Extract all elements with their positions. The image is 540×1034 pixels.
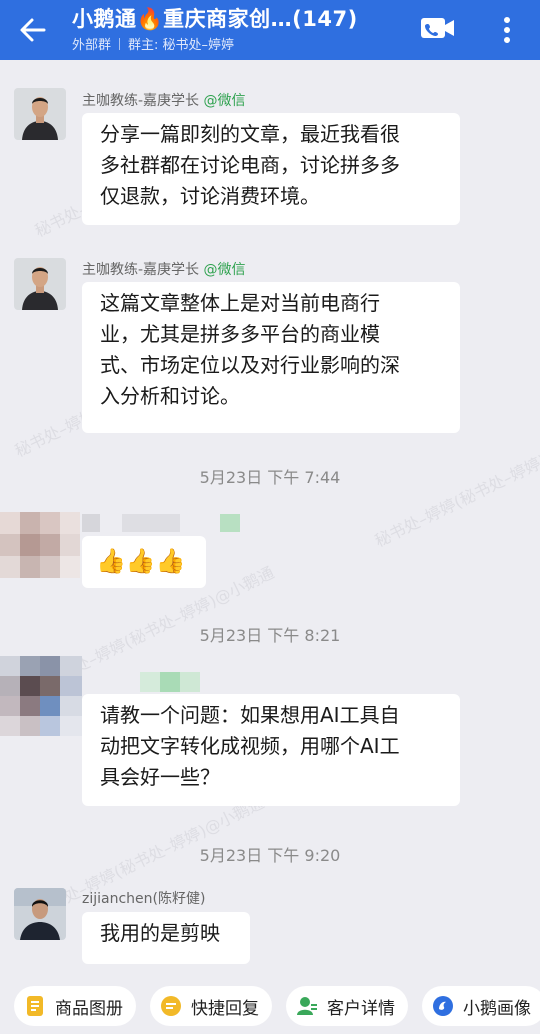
subtitle-divider (119, 38, 121, 50)
quick-reply-label: 快捷回复 (191, 998, 259, 1019)
message-text-line: 请教一个问题：如果想用AI工具自 (100, 703, 400, 727)
sender-wechat-tag: @微信 (203, 262, 246, 278)
goose-profile-label: 小鹅画像 (463, 998, 531, 1019)
avatar[interactable] (14, 258, 66, 310)
message-text-line: 多社群都在讨论电商，讨论拼多多 (100, 153, 400, 177)
user-avatar-photo (14, 888, 66, 940)
avatar[interactable] (14, 888, 66, 940)
message-bubble[interactable]: 分享一篇即刻的文章，最近我看很 多社群都在讨论电商，讨论拼多多 仅退款，讨论消费… (82, 113, 460, 225)
message-text-line: 具会好一些？ (100, 765, 220, 789)
pixelated-avatar-image (0, 656, 82, 736)
timestamp-divider: 5月23日 下午 8:21 (199, 626, 341, 645)
message-sender: 主咖教练-嘉庚学长 @微信 (82, 259, 246, 279)
video-call-icon (421, 18, 454, 38)
chat-header: 小鹅通🔥重庆商家创…(147) 外部群 群主: 秘书处–婷婷 (0, 0, 540, 60)
message-text-line: 入分析和讨论。 (100, 384, 240, 408)
chat-message-list[interactable]: 秘书处–婷婷(秘书处–婷婷)@小鹅通 秘书处–婷婷(秘书处–婷婷)@小鹅通 秘书… (0, 60, 540, 974)
more-vertical-icon (504, 17, 510, 43)
message-text-line: 我用的是剪映 (100, 921, 220, 945)
product-album-label: 商品图册 (55, 998, 123, 1019)
pixelated-name-image (82, 514, 240, 532)
customer-detail-label: 客户详情 (327, 998, 395, 1019)
customer-detail-button[interactable]: 客户详情 (286, 986, 408, 1026)
product-album-button[interactable]: 商品图册 (14, 986, 136, 1026)
sender-wechat-tag: @微信 (203, 93, 246, 109)
goose-profile-button[interactable]: 小鹅画像 (422, 986, 540, 1026)
thumbs-up-emoji-text: 👍👍👍 (96, 547, 186, 575)
pixelated-avatar-image (0, 512, 80, 578)
quick-reply-icon (161, 996, 181, 1016)
blurred-avatar[interactable] (0, 656, 82, 736)
message-text-line: 分享一篇即刻的文章，最近我看很 (100, 122, 400, 146)
sender-name: zijianchen(陈籽健) (82, 891, 206, 907)
message-text-line: 式、市场定位以及对行业影响的深 (100, 353, 400, 377)
coach-avatar-photo (14, 258, 66, 310)
message-text-line: 业，尤其是拼多多平台的商业模 (100, 322, 380, 346)
group-owner-label: 群主: 秘书处–婷婷 (128, 38, 235, 53)
blurred-sender-name (82, 514, 242, 532)
coach-avatar-photo (14, 88, 66, 140)
back-button[interactable] (14, 10, 54, 50)
chat-title[interactable]: 小鹅通🔥重庆商家创…(147) (72, 3, 358, 33)
customer-detail-icon (297, 997, 317, 1015)
product-album-icon (27, 996, 43, 1016)
sender-name: 主咖教练-嘉庚学长 (82, 262, 200, 278)
message-text-line: 动把文字转化成视频，用哪个AI工 (100, 734, 400, 758)
message-text-line: 这篇文章整体上是对当前电商行 (100, 291, 380, 315)
message-text-line: 仅退款，讨论消费环境。 (100, 184, 320, 208)
more-options-button[interactable] (494, 10, 520, 50)
blurred-sender-name (140, 672, 200, 692)
message-sender: 主咖教练-嘉庚学长 @微信 (82, 90, 246, 110)
video-call-button[interactable] (420, 14, 456, 44)
bottom-quick-toolbar: 商品图册 快捷回复 客户详情 小鹅画像 (0, 974, 540, 1034)
timestamp-divider: 5月23日 下午 9:20 (199, 846, 341, 865)
message-bubble[interactable]: 👍👍👍 (82, 536, 206, 588)
message-sender: zijianchen(陈籽健) (82, 888, 205, 908)
message-bubble[interactable]: 请教一个问题：如果想用AI工具自 动把文字转化成视频，用哪个AI工 具会好一些？ (82, 694, 460, 806)
group-type-label: 外部群 (72, 38, 112, 53)
quick-reply-button[interactable]: 快捷回复 (150, 986, 272, 1026)
pixelated-name-image (140, 672, 200, 692)
chat-subtitle: 外部群 群主: 秘书处–婷婷 (72, 34, 234, 53)
sender-name: 主咖教练-嘉庚学长 (82, 93, 200, 109)
back-arrow-icon (20, 18, 46, 42)
message-bubble[interactable]: 这篇文章整体上是对当前电商行 业，尤其是拼多多平台的商业模 式、市场定位以及对行… (82, 282, 460, 433)
blurred-avatar[interactable] (0, 512, 80, 578)
message-bubble[interactable]: 我用的是剪映 (82, 912, 250, 964)
avatar[interactable] (14, 88, 66, 140)
goose-profile-icon (433, 996, 453, 1016)
timestamp-divider: 5月23日 下午 7:44 (199, 468, 341, 487)
